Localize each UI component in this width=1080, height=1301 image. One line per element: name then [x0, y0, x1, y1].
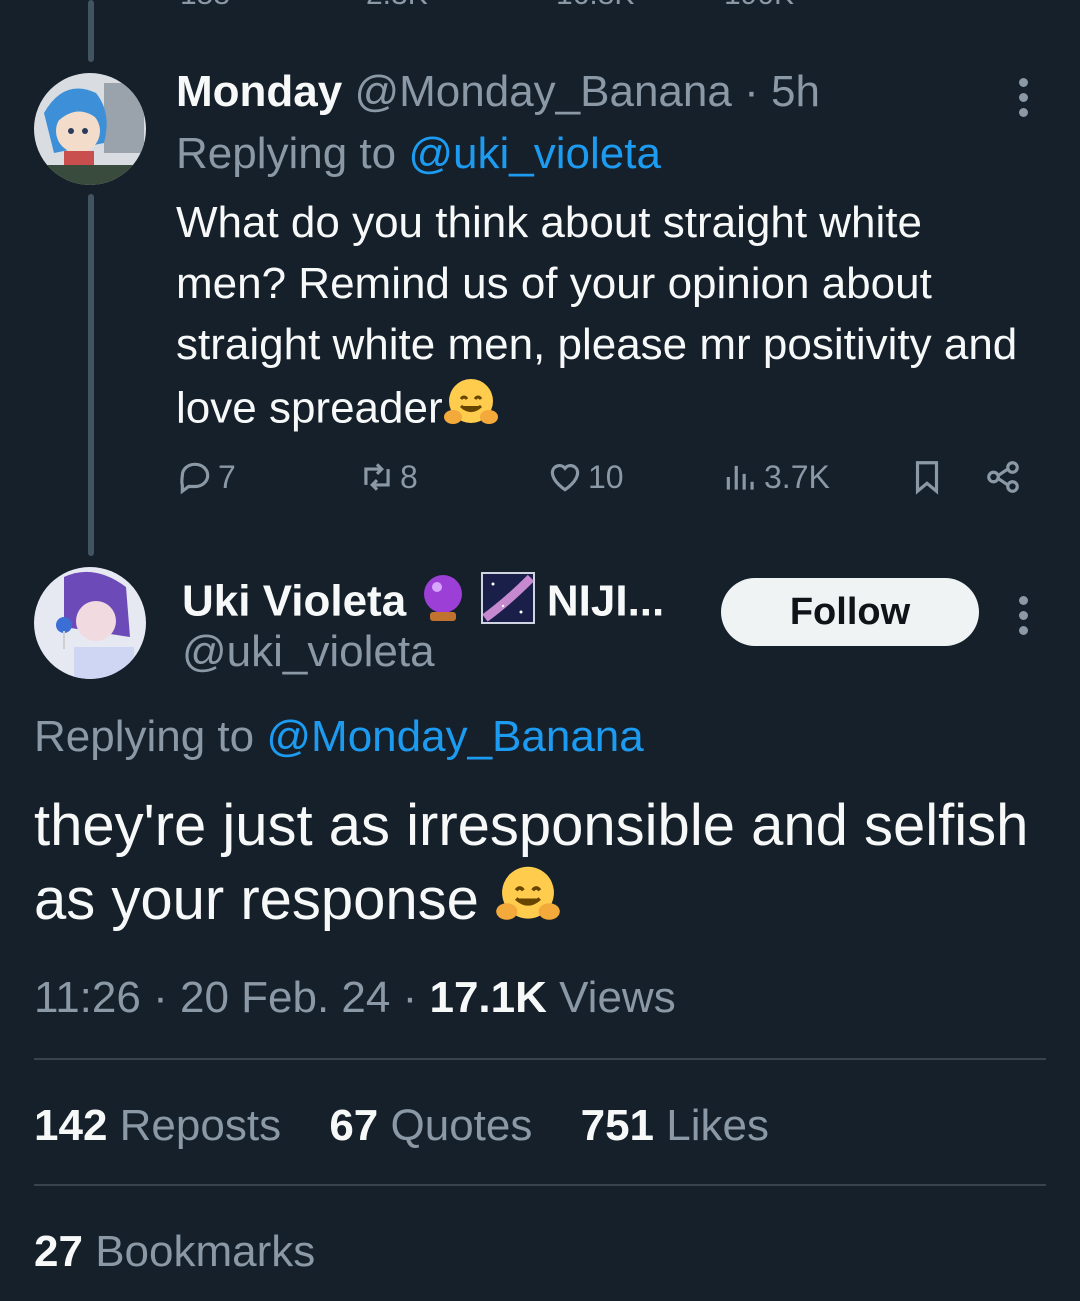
reply-icon	[180, 462, 210, 495]
likes-stat[interactable]: 751 Likes	[581, 1101, 769, 1150]
reply-button[interactable]: 7	[176, 458, 236, 496]
timestamp[interactable]: 5h	[771, 67, 820, 116]
view-count: 3.7K	[764, 458, 830, 495]
bookmark-icon	[915, 461, 939, 495]
repost-count: 8	[400, 458, 418, 495]
display-name[interactable]: Monday	[176, 67, 342, 116]
like-count: 10	[588, 458, 624, 495]
avatar[interactable]	[34, 567, 146, 679]
reply-header: Monday @Monday_Banana · 5h	[176, 66, 820, 118]
separator: ·	[744, 67, 759, 116]
reposts-stat[interactable]: 142 Reposts	[34, 1101, 281, 1150]
share-icon	[987, 461, 1019, 493]
user-handle[interactable]: @Monday_Banana	[354, 67, 731, 116]
repost-count[interactable]: 2.3K	[366, 0, 428, 12]
reply-tweet-actions: 7 8 10 3.7K	[176, 458, 1036, 514]
bookmarks-count: 27	[34, 1227, 83, 1276]
replying-to-line: Replying to @uki_violeta	[176, 128, 661, 180]
likes-label: Likes	[666, 1101, 769, 1150]
reposts-label: Reposts	[119, 1101, 282, 1150]
thread-line-top	[88, 0, 94, 62]
mention-link[interactable]: @Monday_Banana	[266, 712, 643, 761]
replying-to-line: Replying to @Monday_Banana	[34, 711, 644, 763]
views-button[interactable]: 3.7K	[722, 458, 830, 496]
quotes-count: 67	[329, 1101, 379, 1150]
separator: ·	[402, 973, 418, 1022]
bookmarks-label: Bookmarks	[95, 1227, 316, 1276]
tweet-date[interactable]: 20 Feb. 24	[180, 973, 390, 1022]
replying-prefix: Replying to	[34, 712, 255, 761]
avatar[interactable]	[34, 73, 146, 185]
views-label: Views	[559, 973, 676, 1022]
reply-count[interactable]: 158	[180, 0, 230, 12]
like-count[interactable]: 16.8K	[556, 0, 634, 12]
view-count[interactable]: 190K	[724, 0, 794, 12]
reposts-count: 142	[34, 1101, 108, 1150]
mention-link[interactable]: @uki_violeta	[408, 129, 661, 178]
repost-button[interactable]: 8	[358, 458, 418, 496]
follow-button[interactable]: Follow	[721, 578, 979, 646]
previous-tweet-actions: 158 2.3K 16.8K 190K	[176, 0, 1036, 18]
divider	[34, 1058, 1046, 1060]
views-count: 17.1K	[429, 973, 547, 1022]
engagement-stats: 142 Reposts 67 Quotes 751 Likes	[34, 1098, 805, 1154]
replying-prefix: Replying to	[176, 129, 397, 178]
like-button[interactable]: 10	[546, 458, 624, 496]
name-suffix: NIJI...	[546, 576, 665, 626]
hugging-face-emoji-icon	[495, 862, 561, 945]
quotes-stat[interactable]: 67 Quotes	[329, 1101, 532, 1150]
share-button[interactable]	[984, 458, 1022, 496]
quotes-label: Quotes	[390, 1101, 533, 1150]
more-options-icon[interactable]	[1016, 78, 1030, 117]
tweet-body: What do you think about straight white m…	[176, 198, 1018, 433]
repost-icon	[364, 463, 390, 491]
avatar-monday-image	[34, 73, 146, 185]
separator: ·	[153, 973, 168, 1022]
avatar-uki-image	[34, 567, 146, 679]
bookmarks-stat[interactable]: 27 Bookmarks	[34, 1224, 315, 1280]
reply-tweet-text: What do you think about straight white m…	[176, 192, 1026, 447]
main-tweet-text: they're just as irresponsible and selfis…	[34, 790, 1054, 945]
milky-way-icon	[480, 572, 535, 636]
heart-icon	[550, 464, 580, 492]
analytics-icon	[726, 465, 754, 490]
likes-count: 751	[580, 1101, 655, 1150]
display-name[interactable]: Uki Violeta	[182, 577, 406, 626]
reply-count: 7	[218, 458, 236, 495]
divider	[34, 1184, 1046, 1186]
more-options-icon[interactable]	[1016, 596, 1030, 635]
tweet-meta: 11:26 · 20 Feb. 24 · 17.1K Views	[34, 970, 676, 1026]
bookmark-button[interactable]	[908, 458, 946, 496]
thread-line-bottom	[88, 194, 94, 556]
tweet-time[interactable]: 11:26	[34, 973, 141, 1022]
user-handle[interactable]: @uki_violeta	[182, 626, 435, 678]
hugging-face-emoji-icon	[443, 375, 499, 447]
